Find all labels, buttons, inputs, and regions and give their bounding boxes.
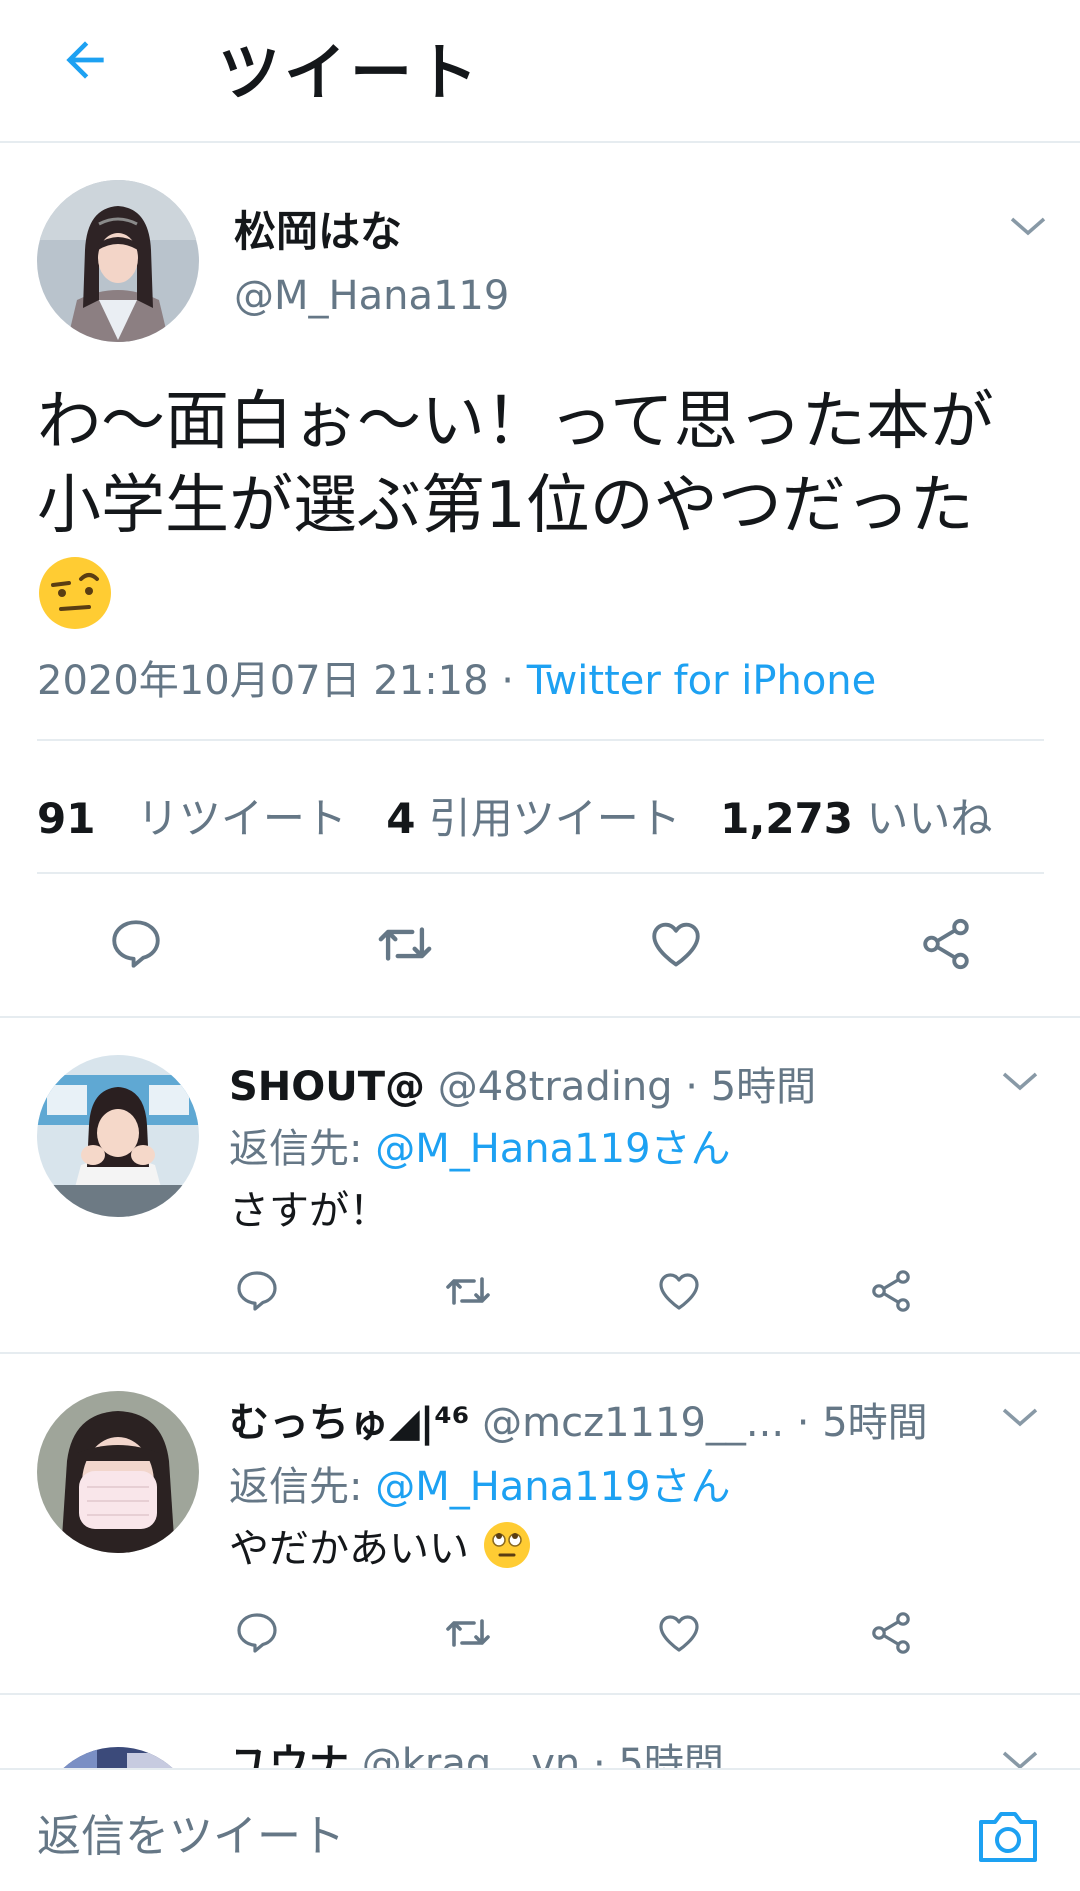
username[interactable]: @krag__vn xyxy=(362,1741,581,1768)
reply-button[interactable] xyxy=(232,1608,282,1658)
tweet-meta: 2020年10月07日 21:18 · Twitter for iPhone xyxy=(37,648,876,706)
display-name[interactable]: SHOUT@ xyxy=(229,1064,425,1110)
retweet-button[interactable] xyxy=(440,1266,496,1316)
username[interactable]: @M_Hana119 xyxy=(234,273,509,319)
source-link[interactable]: Twitter for iPhone xyxy=(527,658,877,704)
retweet-icon xyxy=(446,1619,490,1647)
tweet-text: わ〜面白ぉ〜い！って思った本が 小学生が選ぶ第1位のやつだった xyxy=(37,380,1047,548)
back-button[interactable] xyxy=(50,28,120,92)
avatar[interactable] xyxy=(37,1747,199,1768)
divider xyxy=(37,872,1044,874)
retweet-icon xyxy=(378,927,432,961)
retweet-icon xyxy=(446,1277,490,1305)
divider xyxy=(37,739,1044,741)
share-button[interactable] xyxy=(866,1608,916,1658)
heart-icon xyxy=(659,1615,699,1652)
reply-text: やだかあいい xyxy=(229,1516,532,1574)
reply-to-label: 返信先: xyxy=(229,1126,376,1172)
quote-label[interactable]: 引用ツイート xyxy=(429,794,681,843)
timestamp: · 5時間 xyxy=(592,1741,724,1768)
like-button[interactable] xyxy=(654,1266,704,1316)
arrow-left-icon xyxy=(66,41,104,79)
reply-header: ユウナ @krag__vn · 5時間 xyxy=(229,1731,724,1768)
quote-count[interactable]: 4 xyxy=(386,794,415,843)
reply-to: 返信先: @M_Hana119さん xyxy=(229,1116,731,1174)
reply-to: 返信先: @M_Hana119さん xyxy=(229,1454,731,1512)
timestamp: 2020年10月07日 21:18 xyxy=(37,658,489,704)
reply-header: SHOUT@ @48trading · 5時間 xyxy=(229,1054,816,1112)
reply-icon xyxy=(237,1613,277,1653)
reply-icon xyxy=(237,1271,277,1311)
tweet-text-line: わ〜面白ぉ〜い！って思った本が xyxy=(37,385,994,459)
chevron-down-icon[interactable] xyxy=(1008,213,1048,241)
reply-tweet[interactable]: ユウナ @krag__vn · 5時間 xyxy=(0,1695,1080,1768)
reply-text: さすが！ xyxy=(229,1188,389,1234)
tweet-stats: 91 リツイート 4 引用ツイート 1,273 いいね xyxy=(37,785,992,846)
retweet-label[interactable]: リツイート xyxy=(137,794,347,843)
reply-header: むっちゅ◢|⁴⁶ @mcz1119__... · 5時間 xyxy=(229,1390,928,1448)
camera-icon xyxy=(979,1812,1037,1862)
username[interactable]: @48trading xyxy=(438,1064,673,1110)
reply-text-content: やだかあいい xyxy=(229,1526,469,1572)
display-name[interactable]: 松岡はな xyxy=(234,198,402,259)
timestamp: · 5時間 xyxy=(685,1064,817,1110)
main-tweet: 松岡はな @M_Hana119 わ〜面白ぉ〜い！って思った本が 小学生が選ぶ第1… xyxy=(0,145,1080,1018)
tweet-text-line: 小学生が選ぶ第1位のやつだった xyxy=(37,469,974,543)
share-icon xyxy=(923,918,969,970)
reply-tweet[interactable]: むっちゅ◢|⁴⁶ @mcz1119__... · 5時間 返信先: @M_Han… xyxy=(0,1354,1080,1695)
reply-icon xyxy=(112,920,160,968)
timestamp: · 5時間 xyxy=(796,1400,928,1446)
like-label[interactable]: いいね xyxy=(866,794,992,843)
retweet-button[interactable] xyxy=(440,1608,496,1658)
like-button[interactable] xyxy=(645,913,707,975)
chevron-down-icon[interactable] xyxy=(1000,1068,1040,1096)
chevron-down-icon[interactable] xyxy=(1000,1404,1040,1432)
camera-button[interactable] xyxy=(975,1806,1041,1866)
mention-link[interactable]: @M_Hana119さん xyxy=(375,1126,730,1172)
chevron-down-icon[interactable] xyxy=(1000,1747,1040,1768)
username[interactable]: @mcz1119__... xyxy=(482,1400,784,1446)
like-count[interactable]: 1,273 xyxy=(720,794,853,843)
page-title: ツイート xyxy=(218,36,483,109)
reply-to-label: 返信先: xyxy=(229,1464,376,1510)
display-name[interactable]: むっちゅ◢|⁴⁶ xyxy=(229,1400,469,1446)
share-icon xyxy=(872,1270,910,1312)
avatar[interactable] xyxy=(37,180,199,342)
separator: · xyxy=(488,658,527,704)
share-icon xyxy=(872,1612,910,1654)
reply-button[interactable] xyxy=(232,1266,282,1316)
like-button[interactable] xyxy=(654,1608,704,1658)
avatar[interactable] xyxy=(37,1055,199,1217)
share-button[interactable] xyxy=(866,1266,916,1316)
top-bar: ツイート xyxy=(0,0,1080,143)
compose-bar: 返信をツイート xyxy=(0,1768,1080,1891)
heart-icon xyxy=(659,1273,699,1310)
mention-link[interactable]: @M_Hana119さん xyxy=(375,1464,730,1510)
retweet-count[interactable]: 91 xyxy=(37,794,95,843)
reply-input[interactable]: 返信をツイート xyxy=(37,1800,345,1864)
reply-tweet[interactable]: SHOUT@ @48trading · 5時間 返信先: @M_Hana119さ… xyxy=(0,1018,1080,1354)
share-button[interactable] xyxy=(915,913,977,975)
display-name[interactable]: ユウナ xyxy=(229,1741,349,1768)
face-with-raised-eyebrow-emoji xyxy=(37,555,113,631)
heart-icon xyxy=(652,922,700,967)
reply-button[interactable] xyxy=(105,913,167,975)
face-with-rolling-eyes-emoji xyxy=(483,1522,530,1568)
avatar[interactable] xyxy=(37,1391,199,1553)
retweet-button[interactable] xyxy=(370,913,440,975)
